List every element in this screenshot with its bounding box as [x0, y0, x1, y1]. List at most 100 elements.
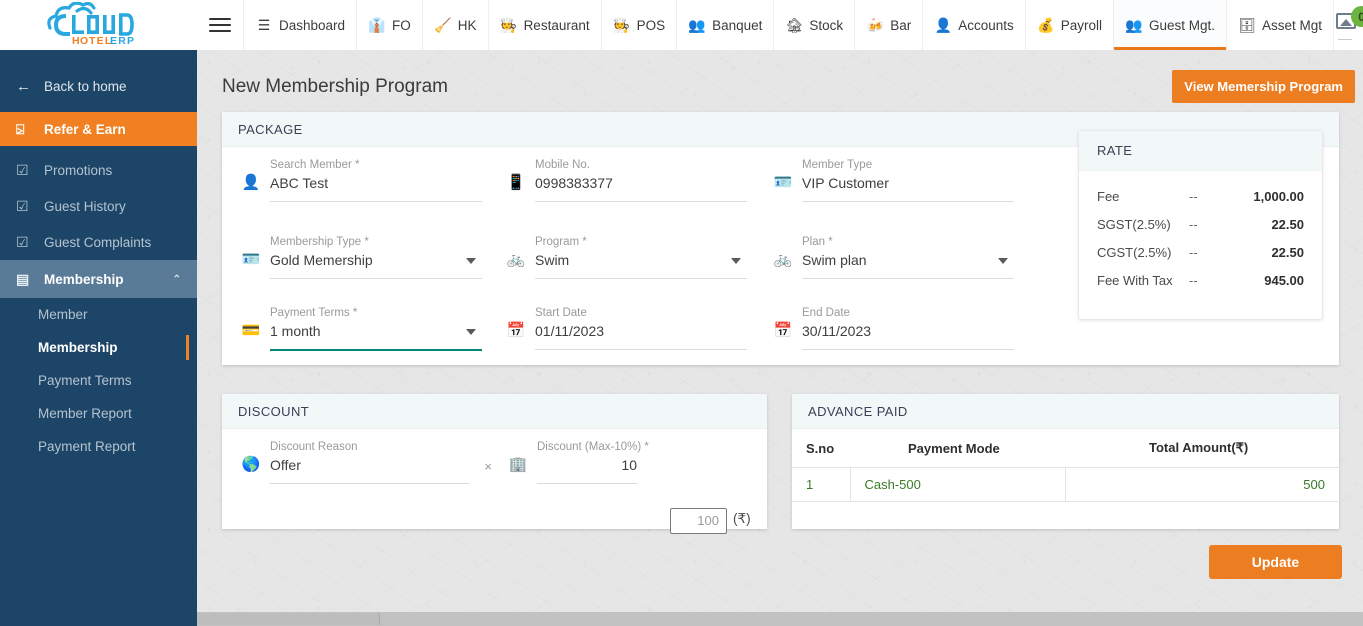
nav-item-label: Restaurant: [523, 17, 590, 33]
rate-label: Fee With Tax: [1097, 273, 1173, 288]
discount-reason-label: Discount Reason: [270, 441, 358, 453]
sidebar-subitem-member-report[interactable]: Member Report: [0, 397, 197, 430]
chevron-up-icon[interactable]: ⌃: [173, 274, 181, 285]
field-underline: [535, 201, 747, 202]
sidebar-subitem-label: Member: [38, 307, 88, 322]
field-label: Plan *: [802, 236, 833, 248]
cloud-hotel-erp-logo-icon: H O TEL ERP: [46, 2, 134, 47]
update-button[interactable]: Update: [1209, 545, 1342, 579]
field-label: Payment Terms *: [270, 307, 358, 319]
clear-icon[interactable]: ×: [484, 459, 492, 474]
sidebar: ← Back to home ⍄ Refer & Earn ☑ Promotions ☑…: [0, 50, 197, 612]
rate-row: CGST(2.5%) -- 22.50: [1079, 240, 1322, 265]
rate-separator: --: [1189, 273, 1198, 288]
id-badge-icon: 🪪: [241, 251, 261, 268]
bicycle-icon: 🚲: [773, 251, 793, 268]
id-card-icon: ▤: [16, 270, 30, 287]
table-header-row: S.no Payment Mode Total Amount(₹): [792, 429, 1339, 468]
person-icon: 👤: [241, 174, 261, 191]
bar-icon: 🍻: [866, 17, 884, 33]
payment-terms-icon: 💳: [241, 322, 261, 339]
sidebar-subitem-member[interactable]: Member: [0, 298, 197, 331]
nav-item-guest-mgt[interactable]: 👥 Guest Mgt.: [1113, 0, 1227, 50]
field-value: Gold Memership: [270, 252, 373, 268]
nav-item-payroll[interactable]: 💰 Payroll: [1024, 0, 1113, 50]
nav-item-banquet[interactable]: 👥 Banquet: [676, 0, 773, 50]
nav-item-label: Asset Mgt: [1262, 17, 1323, 33]
nav-item-label: FO: [392, 17, 411, 33]
rate-section-title: RATE: [1079, 131, 1322, 171]
nav-item-label: Accounts: [958, 17, 1014, 33]
sidebar-subitem-payment-terms[interactable]: Payment Terms: [0, 364, 197, 397]
hamburger-menu-icon[interactable]: [197, 0, 243, 50]
page-title: New Membership Program: [222, 76, 448, 97]
sidebar-subitem-payment-report[interactable]: Payment Report: [0, 430, 197, 463]
pos-icon: 🧑‍🍳: [612, 17, 631, 33]
dashboard-icon: ☰: [257, 17, 271, 33]
discount-amount-input[interactable]: 100: [670, 508, 727, 534]
field-value: Swim plan: [802, 252, 867, 268]
field-value: 30/11/2023: [802, 323, 872, 339]
sidebar-item-promotions[interactable]: ☑ Promotions: [0, 152, 197, 188]
mobile-phone-icon: 📱: [506, 174, 526, 191]
nav-item-bar[interactable]: 🍻 Bar: [854, 0, 922, 50]
main-content: New Membership Program View Memership Pr…: [197, 50, 1363, 612]
table-body: 1 Cash-500 500: [792, 467, 1339, 502]
topbar-right-group: 0 👤 Its4You: [1334, 0, 1363, 50]
building-icon: 🏢: [508, 456, 528, 473]
field-underline: [270, 278, 482, 279]
rate-value: 22.50: [1271, 245, 1304, 260]
nav-item-asset-mgt[interactable]: 🗄 Asset Mgt: [1226, 0, 1335, 50]
rate-rows: Fee -- 1,000.00 SGST(2.5%) -- 22.50 CGST(2.5%)…: [1079, 171, 1322, 293]
sidebar-item-back-to-home[interactable]: ← Back to home: [0, 68, 197, 104]
sidebar-subitem-membership[interactable]: Membership: [0, 331, 197, 364]
nav-item-restaurant[interactable]: 🧑‍🍳 Restaurant: [487, 0, 601, 50]
field-underline: [270, 201, 482, 202]
currency-symbol-label: (₹): [733, 511, 751, 526]
field-label: Mobile No.: [535, 159, 590, 171]
sidebar-item-guest-complaints[interactable]: ☑ Guest Complaints: [0, 224, 197, 260]
sidebar-footer-strip: [0, 612, 197, 626]
rate-separator: --: [1189, 217, 1198, 232]
nav-item-label: Payroll: [1060, 17, 1102, 33]
calendar-icon: 📅: [506, 322, 526, 339]
brand-logo[interactable]: H O TEL ERP: [0, 0, 197, 50]
view-membership-program-button[interactable]: View Memership Program: [1172, 70, 1355, 103]
discount-card: DISCOUNT 🌎 Discount Reason Offer × 🏢 Dis…: [222, 394, 767, 534]
discount-reason-value: Offer: [270, 457, 301, 473]
asset-management-icon: 🗄: [1238, 17, 1256, 33]
sidebar-item-refer-earn[interactable]: ⍄ Refer & Earn: [0, 112, 197, 146]
sidebar-subitem-label: Payment Report: [38, 439, 136, 454]
notifications-icon[interactable]: 0: [1334, 6, 1363, 42]
chevron-down-icon[interactable]: [998, 258, 1008, 264]
table-row[interactable]: 1 Cash-500 500: [792, 467, 1339, 502]
sidebar-items: ⍄ Refer & Earn ☑ Promotions ☑ Guest History ☑ G…: [0, 112, 197, 298]
nav-item-fo[interactable]: 👔 FO: [356, 0, 422, 50]
globe-icon: 🌎: [241, 456, 261, 473]
cell-amount: 500: [1065, 467, 1339, 502]
sidebar-submenu: Member Membership Payment Terms Member Repo…: [0, 298, 197, 463]
banquet-icon: 👥: [688, 17, 706, 33]
advance-section-title: ADVANCE PAID: [792, 394, 1339, 429]
clipboard-check-icon: ☑: [16, 197, 29, 214]
clipboard-check-icon: ☑: [16, 161, 29, 178]
sidebar-item-guest-history[interactable]: ☑ Guest History: [0, 188, 197, 224]
nav-item-hk[interactable]: 🧹 HK: [421, 0, 488, 50]
field-value: 0998383377: [535, 175, 613, 191]
chevron-down-icon[interactable]: [731, 258, 741, 264]
horizontal-scrollbar[interactable]: [0, 612, 1363, 626]
field-label: Program *: [535, 236, 587, 248]
nav-item-pos[interactable]: 🧑‍🍳 POS: [600, 0, 677, 50]
field-value: Swim: [535, 252, 570, 268]
sidebar-subitem-label: Payment Terms: [38, 373, 132, 388]
field-label: Member Type: [802, 159, 873, 171]
sidebar-item-label: Guest Complaints: [44, 234, 152, 250]
chevron-down-icon[interactable]: [466, 329, 476, 335]
nav-item-accounts[interactable]: 👤 Accounts: [922, 0, 1025, 50]
nav-item-dashboard[interactable]: ☰ Dashboard: [243, 0, 356, 50]
front-office-icon: 👔: [368, 17, 386, 33]
sidebar-item-membership[interactable]: ▤ Membership ⌃: [0, 260, 197, 298]
chevron-down-icon[interactable]: [466, 258, 476, 264]
nav-item-stock[interactable]: 🏚 Stock: [773, 0, 854, 50]
housekeeping-icon: 🧹: [434, 17, 452, 33]
